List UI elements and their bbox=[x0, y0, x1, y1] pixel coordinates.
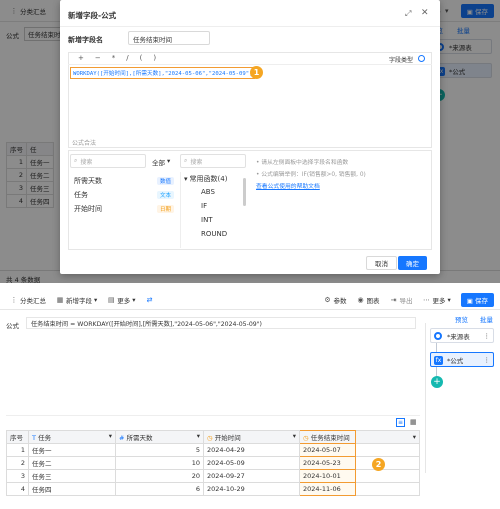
more-icon: ⋯ bbox=[423, 295, 430, 304]
dialog-title: 新增字段-公式 bbox=[68, 11, 117, 20]
category-dropdown[interactable]: 全部 ▾ bbox=[152, 157, 170, 167]
params-button[interactable]: ⚙ 参数 bbox=[324, 295, 346, 305]
bottom-app: ⋮ 分类汇总 ▦ 新增字段 ▾ ▤ 更多 ▾ ⇄ ⚙ 参数 ◉ 图表 ⇥ 导出 ⋯ 更多 ▾ ▣ 保… bbox=[0, 290, 500, 509]
field-type-icon[interactable] bbox=[418, 55, 425, 62]
op-divide-button[interactable]: / bbox=[126, 54, 128, 62]
function-list: ▾ 常用函数(4) ABS IF INT ROUND bbox=[180, 172, 244, 248]
field-name-label: 新增字段名 bbox=[68, 36, 103, 44]
add-field-dialog: 新增字段-公式 ⤢ ✕ 新增字段名 任务结束时间 + − * / ( ) 字段类… bbox=[60, 0, 440, 274]
col-header-task[interactable]: T 任务 ▾ bbox=[28, 430, 116, 444]
add-field-button[interactable]: ▦ 新增字段 ▾ bbox=[56, 295, 98, 305]
more-vert-icon[interactable]: ⋮ bbox=[484, 332, 494, 340]
table-row[interactable]: 2 任务二 10 2024-05-09 2024-05-23 bbox=[6, 456, 420, 470]
export-icon: ⇥ bbox=[390, 295, 397, 304]
formula-label: 公式 bbox=[6, 322, 19, 330]
expand-icon[interactable]: ⤢ bbox=[405, 9, 411, 19]
preview-link[interactable]: 预览 bbox=[455, 314, 468, 324]
formula-node[interactable]: fx *公式 ⋮ bbox=[430, 352, 494, 367]
more-vert-icon[interactable]: ⋮ bbox=[484, 356, 494, 364]
list-view-icon[interactable]: ≡ bbox=[396, 418, 405, 427]
help-example: • 公式编辑举例：IF(销售额>0, 销售额, 0) bbox=[256, 172, 366, 178]
save-icon: ▣ bbox=[466, 296, 473, 305]
chevron-down-icon: ▾ bbox=[167, 157, 171, 165]
function-group[interactable]: ▾ 常用函数(4) bbox=[181, 172, 244, 185]
export-button[interactable]: ⇥ 导出 bbox=[390, 295, 413, 305]
field-search-input[interactable]: ⌕ 搜索 bbox=[70, 154, 146, 168]
chart-button[interactable]: ◉ 图表 bbox=[357, 295, 379, 305]
number-type-icon: # bbox=[119, 434, 125, 442]
date-type-icon: ◷ bbox=[303, 434, 309, 442]
ok-button[interactable]: 确定 bbox=[398, 256, 427, 270]
help-hint: • 请从左侧面板中选择字段名和函数 bbox=[256, 160, 349, 166]
chevron-down-icon: ▾ bbox=[196, 432, 200, 440]
step-badge-2: 2 bbox=[372, 458, 385, 471]
op-multiply-button[interactable]: * bbox=[112, 54, 116, 62]
summary-icon: ⋮ bbox=[10, 295, 18, 304]
formula-text[interactable]: WORKDAY([开始时间],[所需天数],"2024-05-06","2024… bbox=[70, 67, 256, 79]
col-header-end[interactable]: ◷ 任务结束时间 bbox=[299, 430, 356, 444]
date-type-icon: ◷ bbox=[207, 434, 213, 442]
table-row[interactable]: 4 任务四 6 2024-10-29 2024-11-06 bbox=[6, 482, 420, 496]
scrollbar[interactable] bbox=[243, 178, 246, 206]
chevron-down-icon: ▾ bbox=[447, 295, 451, 304]
batch-link[interactable]: 批量 bbox=[480, 314, 493, 324]
function-item[interactable]: ABS bbox=[181, 185, 244, 199]
help-doc-link[interactable]: 查看公式使用的帮助文档 bbox=[256, 181, 366, 193]
save-button[interactable]: ▣ 保存 bbox=[460, 292, 494, 307]
text-type-icon: T bbox=[32, 434, 36, 442]
col-header-index[interactable]: 序号 bbox=[6, 430, 29, 444]
table-row[interactable]: 3 任务三 20 2024-09-27 2024-10-01 bbox=[6, 469, 420, 483]
search-icon: ⌕ bbox=[184, 157, 188, 164]
summary-button[interactable]: ⋮ 分类汇总 bbox=[10, 295, 47, 305]
table-row[interactable]: 1 任务一 5 2024-04-29 2024-05-07 bbox=[6, 443, 420, 457]
step-badge-1: 1 bbox=[250, 66, 263, 79]
formula-icon: fx bbox=[434, 356, 443, 365]
link-icon[interactable]: ⇄ bbox=[146, 296, 154, 304]
formula-valid-hint: 公式合法 bbox=[72, 140, 97, 147]
op-minus-button[interactable]: − bbox=[95, 54, 101, 62]
chart-icon: ◉ bbox=[357, 295, 364, 304]
col-header-start[interactable]: ◷ 开始时间 ▾ bbox=[203, 430, 300, 444]
top-app: ⋮分类汇总 多▾ ▣ 保存 预览 批量 公式 任务结束时间 *来源表 fx*公式… bbox=[0, 0, 500, 284]
close-icon[interactable]: ✕ bbox=[421, 8, 429, 18]
grid-icon: ▤ bbox=[107, 295, 115, 304]
field-item[interactable]: 所需天数 数值 bbox=[74, 174, 174, 188]
chevron-down-icon: ▾ bbox=[132, 295, 136, 304]
op-plus-button[interactable]: + bbox=[78, 54, 84, 62]
field-item[interactable]: 任务 文本 bbox=[74, 188, 174, 202]
op-lparen-button[interactable]: ( bbox=[140, 54, 143, 62]
chevron-down-icon: ▾ bbox=[292, 432, 296, 440]
function-item[interactable]: INT bbox=[181, 213, 244, 227]
more-button[interactable]: ▤ 更多 ▾ bbox=[107, 295, 136, 305]
formula-display[interactable]: 任务结束时间 = WORKDAY([开始时间],[所需天数],"2024-05-… bbox=[26, 317, 416, 329]
search-icon: ⌕ bbox=[74, 157, 78, 164]
source-node[interactable]: *来源表 ⋮ bbox=[430, 328, 494, 343]
chevron-down-icon: ▾ bbox=[412, 433, 416, 441]
field-name-input[interactable]: 任务结束时间 bbox=[128, 31, 210, 45]
source-icon bbox=[434, 332, 442, 340]
result-table: 序号 T 任务 ▾ # 所需天数 ▾ ◷ 开始时间 ▾ ◷ 任务结束时间 ▾ 1… bbox=[6, 430, 420, 496]
function-item[interactable]: ROUND bbox=[181, 227, 244, 241]
caret-down-icon: ▾ bbox=[184, 174, 188, 183]
add-node-button[interactable]: + bbox=[431, 376, 443, 388]
add-field-icon: ▦ bbox=[56, 295, 64, 304]
gear-icon: ⚙ bbox=[324, 295, 331, 304]
col-menu[interactable]: ▾ bbox=[355, 430, 420, 444]
function-item[interactable]: IF bbox=[181, 199, 244, 213]
cancel-button[interactable]: 取消 bbox=[366, 256, 397, 270]
more-options-button[interactable]: ⋯ 更多 ▾ bbox=[423, 295, 451, 305]
op-rparen-button[interactable]: ) bbox=[153, 54, 156, 62]
field-item[interactable]: 开始时间 日期 bbox=[74, 202, 174, 216]
field-type-label: 字段类型 bbox=[389, 57, 414, 64]
col-header-days[interactable]: # 所需天数 ▾ bbox=[115, 430, 204, 444]
chevron-down-icon: ▾ bbox=[94, 295, 98, 304]
field-list: 所需天数 数值 任务 文本 开始时间 日期 bbox=[74, 174, 174, 216]
function-search-input[interactable]: ⌕ 搜索 bbox=[180, 154, 246, 168]
chevron-down-icon: ▾ bbox=[108, 432, 112, 440]
table-view-icon[interactable]: ▦ bbox=[410, 418, 417, 426]
